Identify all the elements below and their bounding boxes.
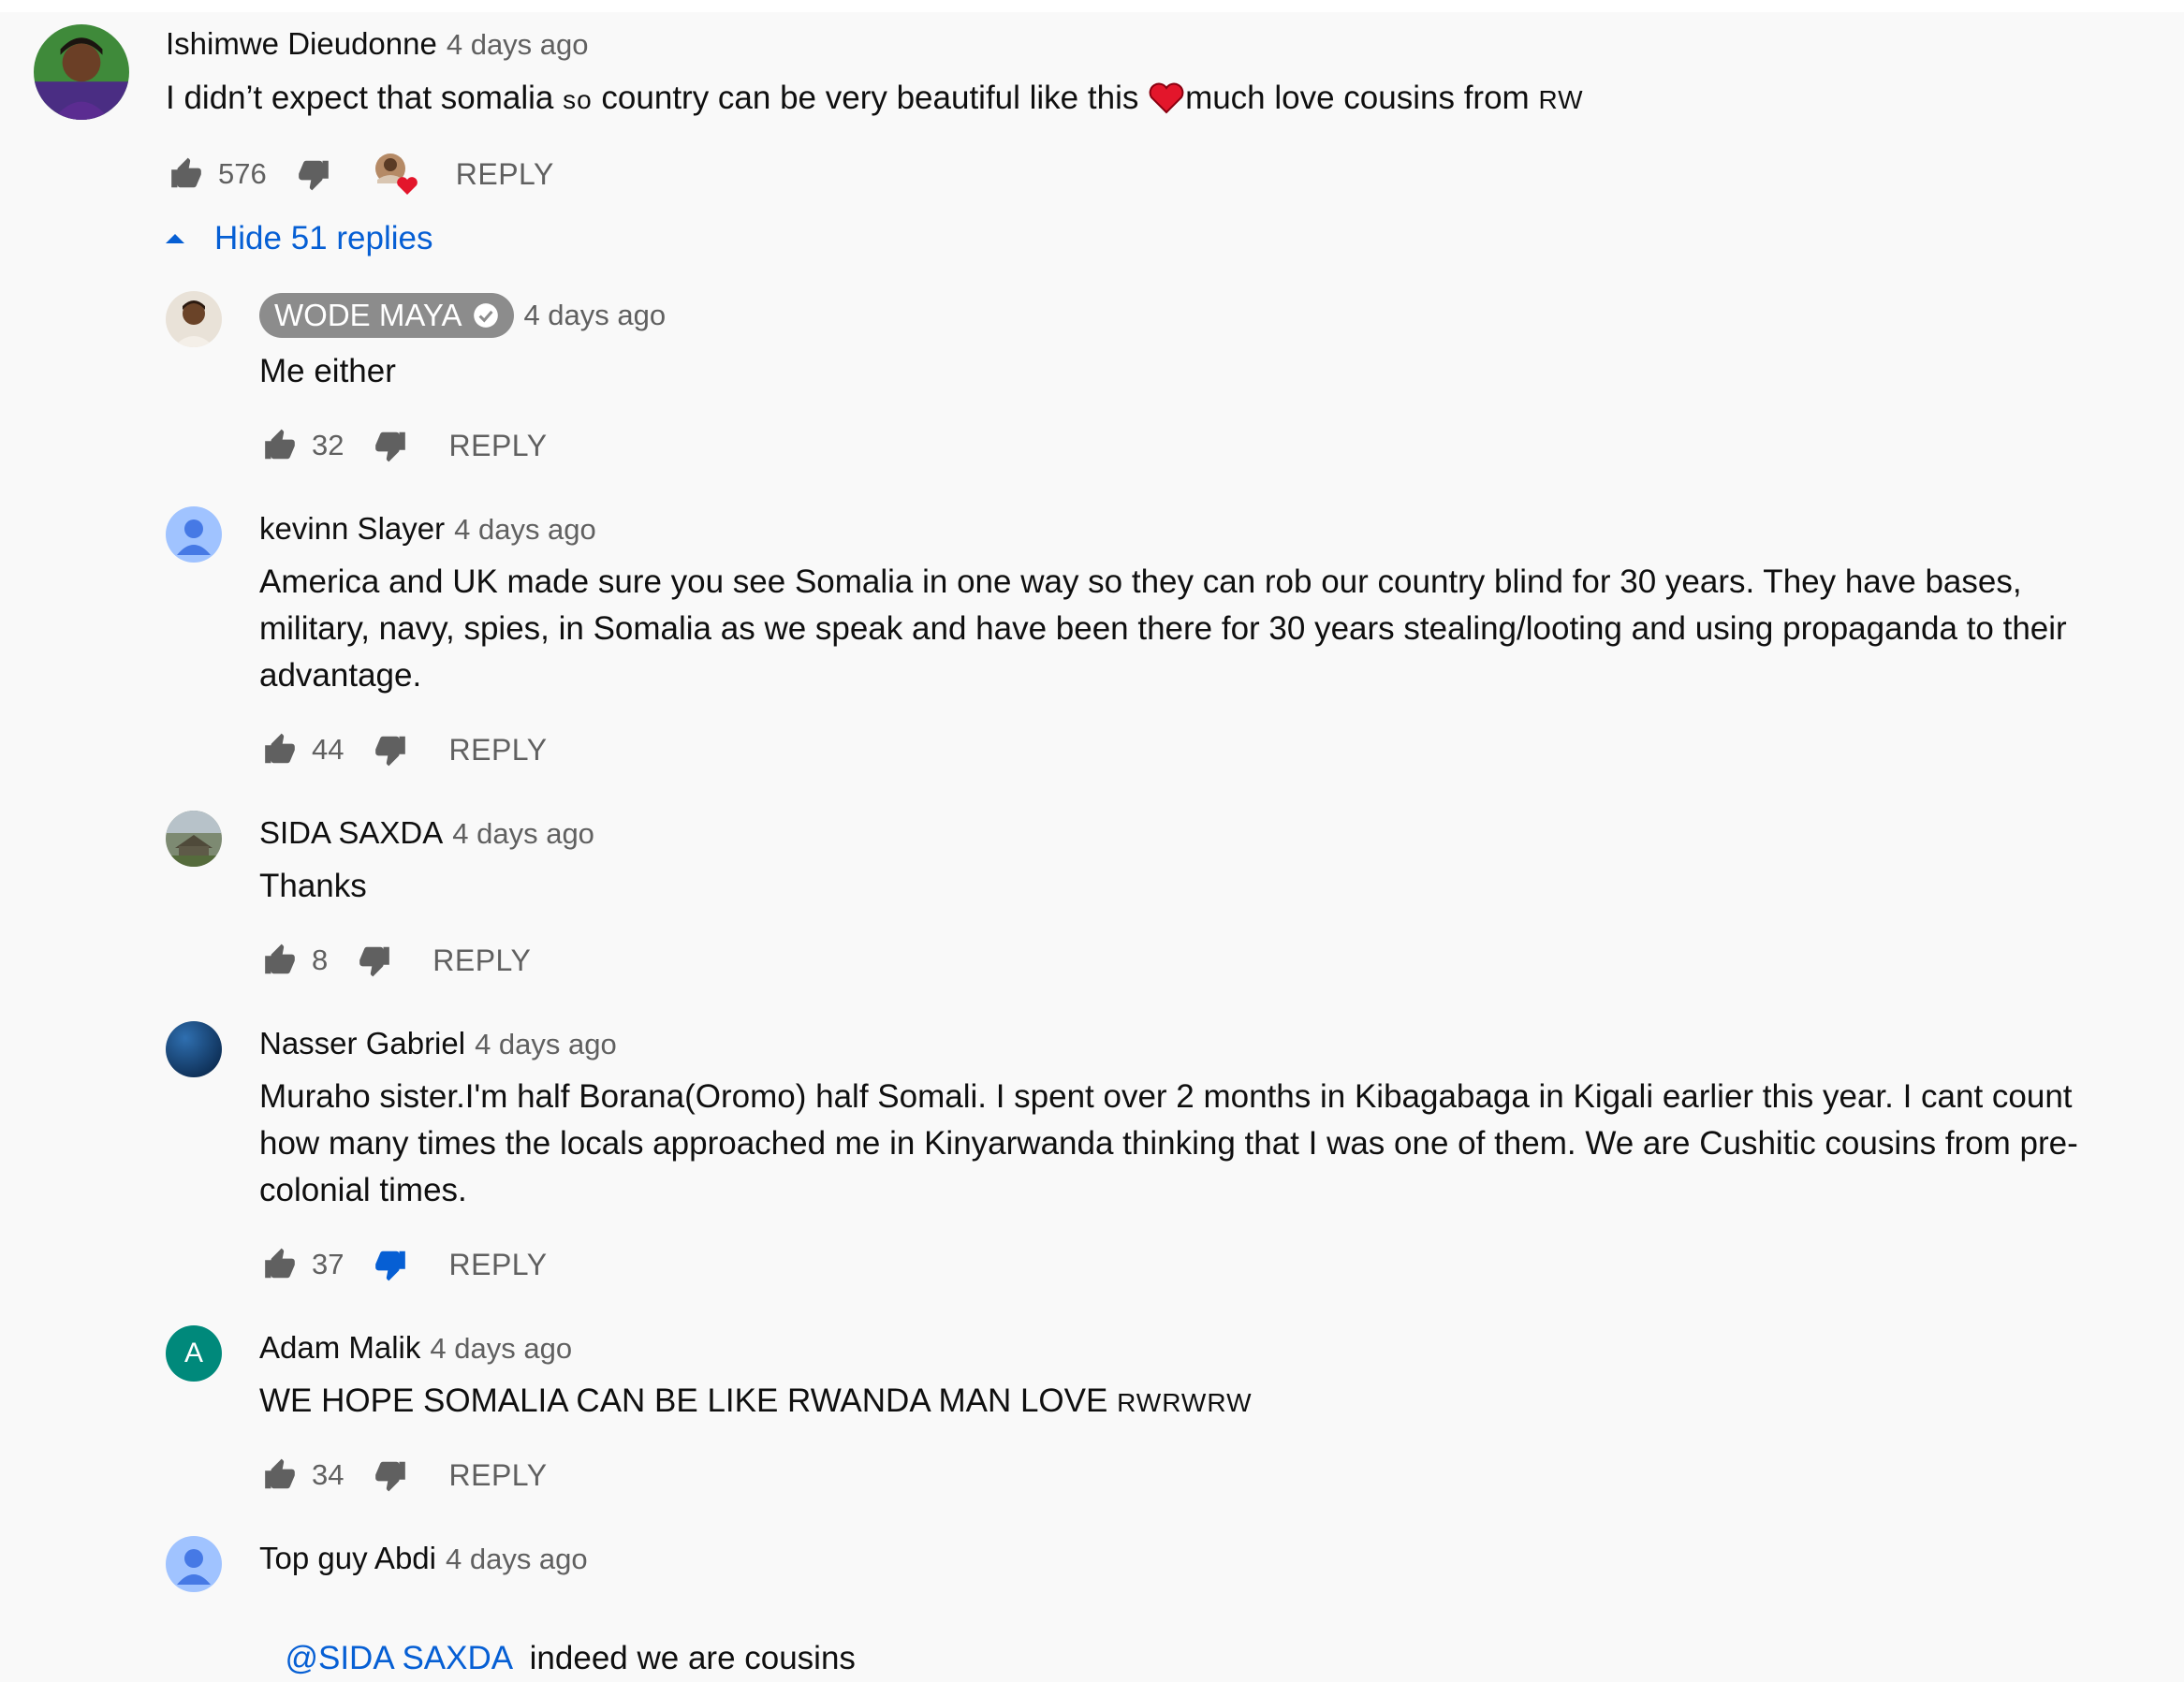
- like-count: 576: [218, 157, 267, 190]
- hide-replies-label: Hide 51 replies: [214, 220, 433, 256]
- comment-text: I didn’t expect that somalia so country …: [166, 75, 2132, 124]
- like-icon[interactable]: [166, 154, 207, 195]
- comment-text-part: much love cousins from: [1185, 80, 1539, 116]
- dislike-icon-active[interactable]: [370, 1244, 411, 1285]
- reply-text: Muraho sister.I'm half Borana(Oromo) hal…: [259, 1078, 2078, 1208]
- reply-author: WODE MAYA: [274, 298, 462, 332]
- reply-actions: 8 REPLY: [259, 937, 531, 984]
- comment-author[interactable]: Ishimwe Dieudonne: [166, 26, 437, 62]
- reply-text: WE HOPE SOMALIA CAN BE LIKE RWANDA MAN L…: [259, 1378, 2132, 1426]
- reply-author[interactable]: Top guy Abdi: [259, 1541, 436, 1576]
- creator-heart-icon: [374, 152, 418, 197]
- reply-button[interactable]: REPLY: [456, 157, 554, 192]
- creator-badge[interactable]: WODE MAYA: [259, 293, 515, 338]
- dislike-icon[interactable]: [293, 154, 334, 195]
- comment-text-small: so: [563, 85, 593, 114]
- reply-actions: 32 REPLY: [259, 422, 548, 469]
- reply-actions: 44 REPLY: [259, 726, 548, 773]
- reply-time[interactable]: 4 days ago: [523, 299, 666, 332]
- reply-actions: 37 REPLY: [259, 1241, 548, 1288]
- mention-link[interactable]: @SIDA SAXDA: [285, 1640, 511, 1676]
- reply-button[interactable]: REPLY: [448, 1458, 547, 1493]
- reply-time[interactable]: 4 days ago: [446, 1543, 588, 1576]
- reply-button[interactable]: REPLY: [432, 943, 531, 978]
- like-count: 37: [312, 1248, 344, 1280]
- comment-text-part: I didn’t expect that somalia: [166, 80, 564, 116]
- like-count: 32: [312, 429, 344, 461]
- reply-actions: 34 REPLY: [259, 1452, 548, 1499]
- top-band: [0, 0, 2184, 12]
- reply-text: Me either: [259, 353, 396, 389]
- reply-author[interactable]: Nasser Gabriel: [259, 1026, 465, 1061]
- reply-header: Top guy Abdi 4 days ago: [259, 1541, 588, 1576]
- reply-author[interactable]: Adam Malik: [259, 1330, 420, 1366]
- reply-header: Nasser Gabriel 4 days ago: [259, 1026, 617, 1061]
- avatar-letter: A: [183, 1338, 203, 1368]
- like-count: 44: [312, 733, 344, 766]
- reply-button[interactable]: REPLY: [448, 429, 547, 463]
- comment-time[interactable]: 4 days ago: [447, 28, 589, 62]
- reply-header: kevinn Slayer 4 days ago: [259, 511, 596, 547]
- dislike-icon[interactable]: [370, 425, 411, 466]
- reply-text: America and UK made sure you see Somalia…: [259, 563, 2067, 694]
- reply-time[interactable]: 4 days ago: [452, 817, 594, 851]
- reply-time[interactable]: 4 days ago: [430, 1332, 572, 1366]
- avatar[interactable]: [166, 506, 222, 563]
- reply-time[interactable]: 4 days ago: [475, 1028, 617, 1061]
- avatar[interactable]: [34, 24, 129, 120]
- reply-button[interactable]: REPLY: [448, 1248, 547, 1282]
- like-icon[interactable]: [259, 729, 300, 770]
- comment-header: Ishimwe Dieudonne 4 days ago: [166, 26, 589, 62]
- dislike-icon[interactable]: [354, 940, 395, 981]
- reply-text: Thanks: [259, 868, 367, 904]
- avatar[interactable]: [166, 811, 222, 867]
- comment-actions: 576 REPLY: [166, 151, 554, 197]
- caret-up-icon: [166, 234, 184, 243]
- reply-text-part: WE HOPE SOMALIA CAN BE LIKE RWANDA MAN L…: [259, 1382, 1118, 1419]
- like-icon[interactable]: [259, 940, 300, 981]
- like-icon[interactable]: [259, 425, 300, 466]
- avatar[interactable]: [166, 1021, 222, 1077]
- like-icon[interactable]: [259, 1455, 300, 1496]
- reply-text-part: indeed we are cousins: [511, 1640, 856, 1676]
- reply-text: @SIDA SAXDA indeed we are cousins: [267, 1588, 2139, 1682]
- reply-header: SIDA SAXDA 4 days ago: [259, 815, 594, 851]
- hide-replies-button[interactable]: Hide 51 replies: [166, 220, 432, 257]
- verified-icon: [474, 303, 499, 328]
- reply-header: Adam Malik 4 days ago: [259, 1330, 572, 1366]
- avatar[interactable]: [166, 291, 222, 347]
- like-count: 34: [312, 1458, 344, 1491]
- like-count: 8: [312, 943, 329, 976]
- dislike-icon[interactable]: [370, 729, 411, 770]
- reply-author[interactable]: SIDA SAXDA: [259, 815, 443, 851]
- reply-author[interactable]: kevinn Slayer: [259, 511, 445, 547]
- like-icon[interactable]: [259, 1244, 300, 1285]
- reply-header: WODE MAYA 4 days ago: [259, 293, 666, 338]
- comment-text-small: RW: [1538, 85, 1584, 114]
- reply-button[interactable]: REPLY: [448, 733, 547, 768]
- comment-text-part: country can be very beautiful like this: [592, 80, 1149, 116]
- reply-text-small: RWRWRW: [1117, 1388, 1253, 1417]
- avatar[interactable]: [166, 1536, 222, 1592]
- heart-emoji-icon: [1148, 80, 1185, 114]
- dislike-icon[interactable]: [370, 1455, 411, 1496]
- avatar[interactable]: A: [166, 1325, 222, 1382]
- reply-time[interactable]: 4 days ago: [454, 513, 596, 547]
